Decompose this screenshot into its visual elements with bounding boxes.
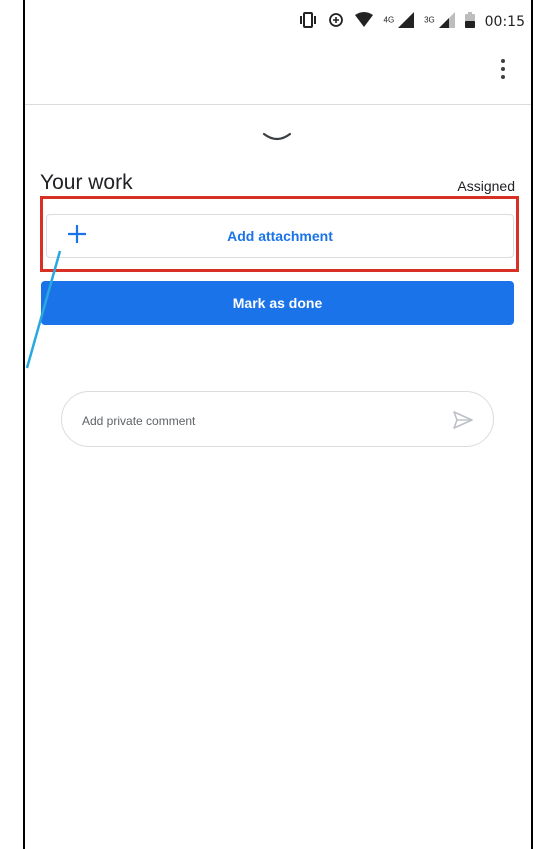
send-icon[interactable] xyxy=(451,408,475,432)
network-3g-label: 3G xyxy=(424,15,435,25)
battery-icon xyxy=(464,12,475,31)
status-bar: 4G 3G 00:15 xyxy=(25,0,531,46)
frame-border-left xyxy=(23,0,25,849)
frame-border-right xyxy=(531,0,533,849)
status-icons: 4G 3G 00:15 xyxy=(298,12,525,31)
your-work-title: Your work xyxy=(40,171,133,194)
private-comment-box xyxy=(61,391,494,447)
chevron-down-icon[interactable] xyxy=(260,128,294,146)
toolbar xyxy=(25,46,531,105)
wifi-icon xyxy=(354,12,374,31)
vibrate-icon xyxy=(298,12,318,31)
signal-3g-icon: 3G xyxy=(424,12,455,31)
private-comment-input[interactable] xyxy=(80,408,424,434)
signal-4g-icon: 4G xyxy=(384,12,415,31)
status-badge: Assigned xyxy=(457,178,515,194)
network-4g-label: 4G xyxy=(383,15,395,25)
status-time: 00:15 xyxy=(484,13,525,30)
mark-as-done-button[interactable]: Mark as done xyxy=(41,281,514,325)
highlight-box xyxy=(40,196,519,272)
data-saver-icon xyxy=(328,12,344,31)
more-vert-icon[interactable] xyxy=(493,56,513,82)
